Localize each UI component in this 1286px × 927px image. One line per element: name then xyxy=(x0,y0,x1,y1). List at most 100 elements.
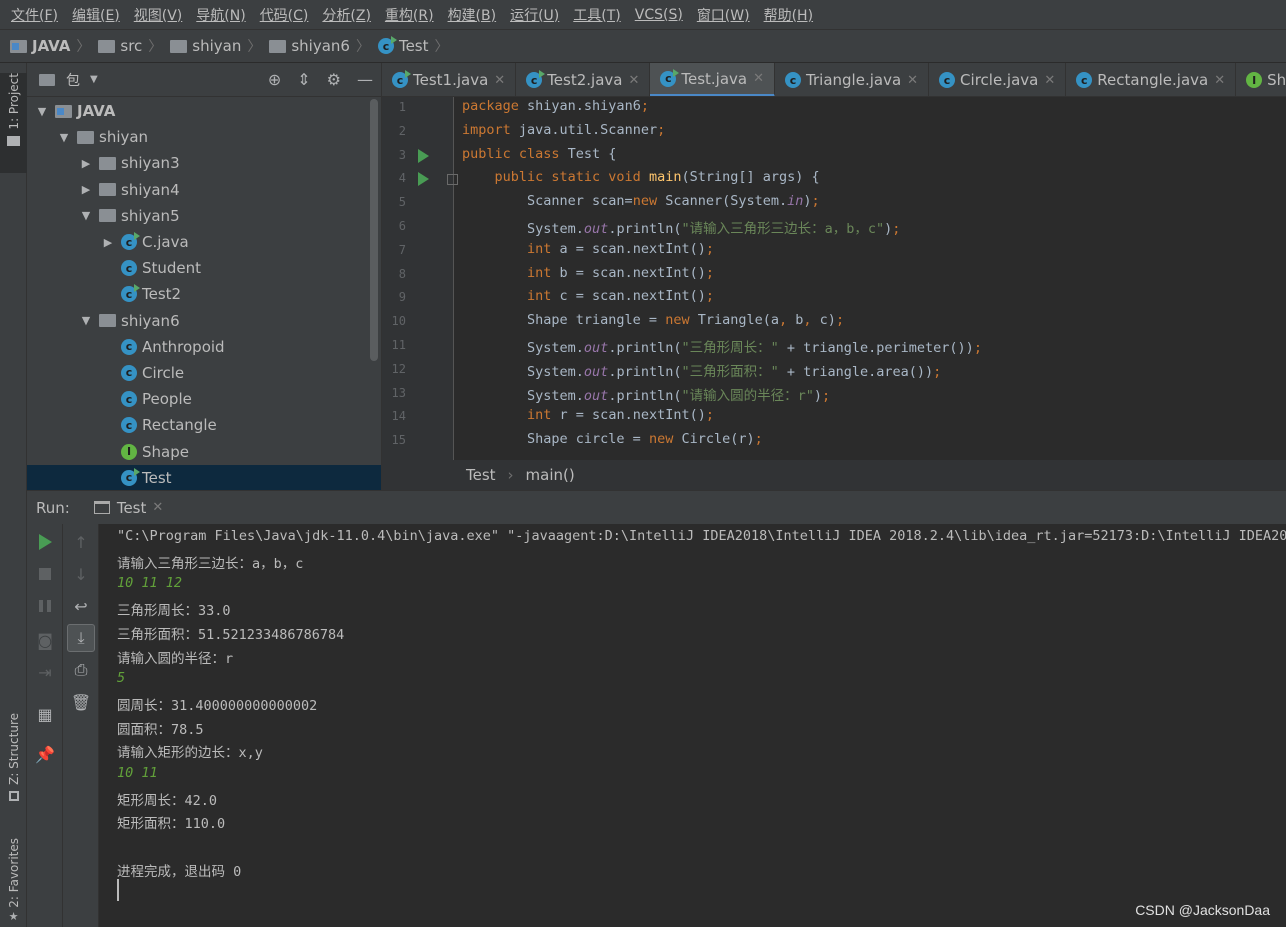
close-icon[interactable]: ✕ xyxy=(753,71,764,86)
run-gutter-icon[interactable] xyxy=(418,148,429,163)
tree-item[interactable]: ▼ shiyan5 xyxy=(27,203,381,229)
close-icon[interactable]: ✕ xyxy=(907,73,918,88)
code-line[interactable]: package shiyan.shiyan6; xyxy=(462,98,649,114)
code-line[interactable]: int a = scan.nextInt(); xyxy=(462,241,714,257)
exit-button[interactable]: ⇥ xyxy=(27,658,63,686)
collapse-all-icon[interactable]: ⇕ xyxy=(297,70,310,89)
tree-item[interactable]: c Test2 xyxy=(27,281,381,307)
editor-tab[interactable]: c Test1.java ✕ xyxy=(382,63,517,96)
breadcrumb-item[interactable]: src 〉 xyxy=(98,36,166,56)
tool-tab-structure[interactable]: Z: Structure xyxy=(0,713,27,823)
gear-icon[interactable]: ⚙ xyxy=(327,70,341,89)
tree-item[interactable]: ▶ shiyan3 xyxy=(27,150,381,176)
expand-arrow-icon[interactable]: ▶ xyxy=(77,157,95,170)
run-gutter-icon[interactable] xyxy=(418,172,429,187)
tool-tab-favorites[interactable]: 2: Favorites ★ xyxy=(0,838,27,927)
menu-item[interactable]: 视图(V) xyxy=(127,5,190,25)
print-button[interactable]: ⎙ xyxy=(63,656,99,684)
tree-item[interactable]: c People xyxy=(27,386,381,412)
tree-item[interactable]: ▶ shiyan4 xyxy=(27,177,381,203)
menu-item[interactable]: 文件(F) xyxy=(4,5,65,25)
dump-threads-button[interactable]: ◙ xyxy=(27,626,63,654)
menu-item[interactable]: 代码(C) xyxy=(253,5,316,25)
clear-button[interactable]: 🗑 xyxy=(63,688,99,716)
tree-item[interactable]: c Student xyxy=(27,255,381,281)
code-line[interactable]: int r = scan.nextInt(); xyxy=(462,407,714,423)
close-icon[interactable]: ✕ xyxy=(494,73,505,88)
code-line[interactable]: public static void main(String[] args) { xyxy=(462,169,820,185)
code-line[interactable]: Scanner scan=new Scanner(System.in); xyxy=(462,193,820,209)
tool-tab-project[interactable]: 1: Project xyxy=(0,73,27,173)
expand-arrow-icon[interactable]: ▶ xyxy=(77,183,95,196)
editor-tab[interactable]: ISha xyxy=(1236,63,1286,96)
editor-tab[interactable]: c Circle.java ✕ xyxy=(929,63,1067,96)
code-line[interactable]: Shape triangle = new Triangle(a, b, c); xyxy=(462,312,844,328)
menu-item[interactable]: 分析(Z) xyxy=(315,5,378,25)
breadcrumb-item[interactable]: JAVA 〉 xyxy=(10,36,94,56)
tree-item[interactable]: I Shape xyxy=(27,438,381,464)
code-editor[interactable]: 1 2 3 4 5 6 7 8 9 10 11 12 13 14 15 package shiyan.shi… xyxy=(382,97,1286,460)
close-icon[interactable]: ✕ xyxy=(152,500,163,515)
close-icon[interactable]: ✕ xyxy=(1044,73,1055,88)
expand-arrow-icon[interactable]: ▼ xyxy=(77,314,95,327)
layout-button[interactable]: ▦ xyxy=(27,700,63,728)
menu-item[interactable]: 运行(U) xyxy=(503,5,566,25)
expand-arrow-icon[interactable]: ▼ xyxy=(33,105,51,118)
pause-button[interactable] xyxy=(27,592,63,620)
menu-item[interactable]: 构建(B) xyxy=(441,5,504,25)
tree-item[interactable]: c Circle xyxy=(27,360,381,386)
menu-item[interactable]: 编辑(E) xyxy=(65,5,127,25)
menu-item[interactable]: 重构(R) xyxy=(378,5,441,25)
code-line[interactable]: import java.util.Scanner; xyxy=(462,122,665,138)
menu-item[interactable]: 帮助(H) xyxy=(757,5,820,25)
editor-crumb-method[interactable]: main() xyxy=(526,466,575,484)
breadcrumb-item[interactable]: c Test 〉 xyxy=(377,36,453,56)
tree-item[interactable]: c Anthropoid xyxy=(27,334,381,360)
editor-tab[interactable]: c Triangle.java ✕ xyxy=(775,63,930,96)
tree-item[interactable]: ▼ JAVA xyxy=(27,98,381,124)
tree-item[interactable]: ▼ shiyan xyxy=(27,124,381,150)
locate-icon[interactable]: ⊕ xyxy=(268,70,281,89)
soft-wrap-button[interactable]: ↩ xyxy=(63,592,99,620)
code-line[interactable]: System.out.println("三角形周长：" + triangle.p… xyxy=(462,336,982,356)
run-tab[interactable]: Test ✕ xyxy=(93,499,163,517)
expand-arrow-icon[interactable]: ▼ xyxy=(55,131,73,144)
code-line[interactable]: System.out.println("请输入圆的半径：r"); xyxy=(462,384,830,404)
code-line[interactable]: System.out.println("请输入三角形三边长：a，b，c"); xyxy=(462,217,900,237)
tree-item[interactable]: c Test xyxy=(27,464,381,491)
editor-tab[interactable]: c Rectangle.java ✕ xyxy=(1066,63,1237,96)
hide-icon[interactable]: — xyxy=(357,70,373,89)
editor-crumb-class[interactable]: Test xyxy=(466,466,496,484)
expand-arrow-icon[interactable]: ▼ xyxy=(77,209,95,222)
tree-item[interactable]: ▶ c C.java xyxy=(27,229,381,255)
scroll-to-end-button[interactable]: ⤓ xyxy=(67,624,95,652)
scroll-up-button[interactable]: ↑ xyxy=(63,528,99,556)
expand-arrow-icon[interactable]: ▶ xyxy=(99,236,117,249)
code-line[interactable]: System.out.println("三角形面积：" + triangle.a… xyxy=(462,360,941,380)
pin-button[interactable]: 📌 xyxy=(27,740,63,768)
close-icon[interactable]: ✕ xyxy=(1214,73,1225,88)
console-output[interactable]: "C:\Program Files\Java\jdk-11.0.4\bin\ja… xyxy=(100,524,1286,927)
project-view-selector[interactable]: 包 xyxy=(66,70,80,90)
breadcrumb-item[interactable]: shiyan6 〉 xyxy=(269,36,374,56)
code-line[interactable]: public class Test { xyxy=(462,146,616,162)
editor-tab[interactable]: c Test.java ✕ xyxy=(650,63,776,96)
breadcrumb-item[interactable]: shiyan 〉 xyxy=(170,36,265,56)
code-line[interactable]: int c = scan.nextInt(); xyxy=(462,288,714,304)
code-line[interactable]: int b = scan.nextInt(); xyxy=(462,265,714,281)
menu-item[interactable]: 导航(N) xyxy=(189,5,252,25)
menu-item[interactable]: 窗口(W) xyxy=(690,5,757,25)
rerun-button[interactable] xyxy=(27,528,63,556)
editor-tab[interactable]: c Test2.java ✕ xyxy=(516,63,651,96)
menu-item[interactable]: 工具(T) xyxy=(566,5,627,25)
project-scrollbar[interactable] xyxy=(370,99,378,361)
stop-button[interactable] xyxy=(27,560,63,588)
close-icon[interactable]: ✕ xyxy=(628,73,639,88)
chevron-down-icon[interactable]: ▼ xyxy=(90,74,98,85)
code-line[interactable]: Shape circle = new Circle(r); xyxy=(462,431,763,447)
scroll-down-button[interactable]: ↓ xyxy=(63,560,99,588)
menu-item[interactable]: VCS(S) xyxy=(628,7,690,23)
fold-icon[interactable] xyxy=(447,174,458,186)
tree-item[interactable]: ▼ shiyan6 xyxy=(27,308,381,334)
tree-item[interactable]: c Rectangle xyxy=(27,412,381,438)
